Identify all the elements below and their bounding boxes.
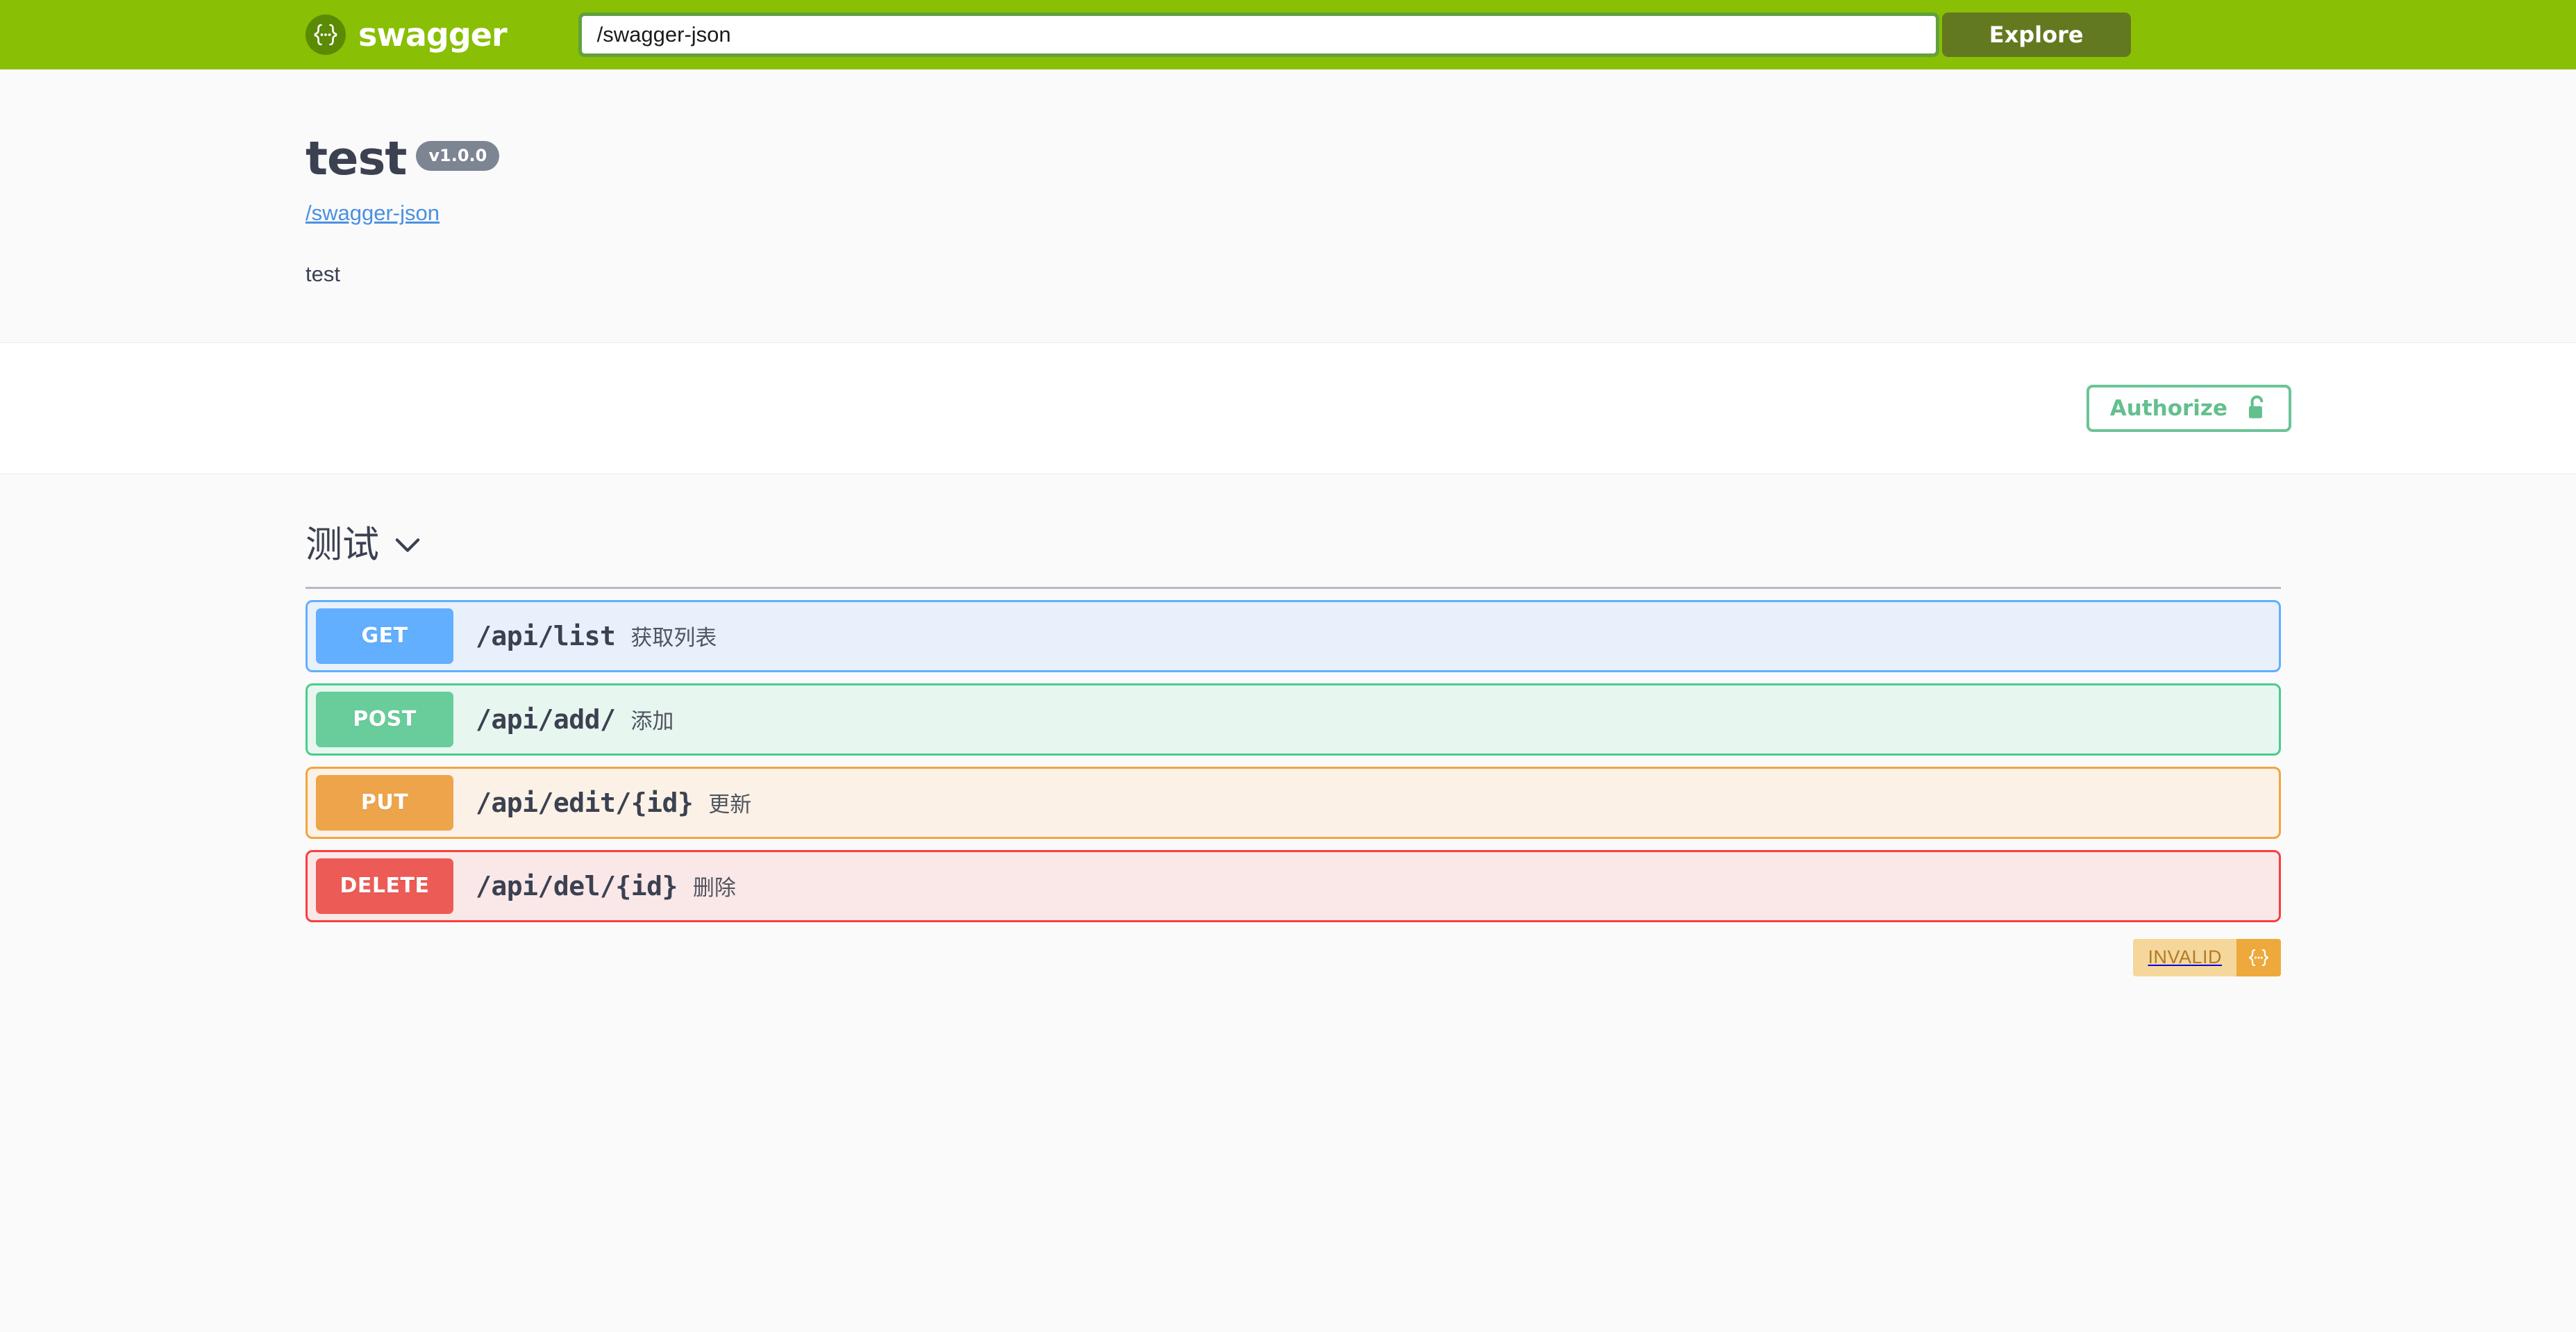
method-badge: DELETE bbox=[316, 858, 453, 914]
operation-list: GET /api/list 获取列表 POST /api/add/ 添加 PUT… bbox=[306, 599, 2291, 922]
operation-row-delete-api-del[interactable]: DELETE /api/del/{id} 删除 bbox=[306, 849, 2281, 922]
tag-name: 测试 bbox=[306, 524, 379, 566]
top-header-bar: swagger Explore bbox=[0, 0, 2576, 69]
unlock-icon bbox=[2245, 395, 2268, 422]
operation-row-post-api-add[interactable]: POST /api/add/ 添加 bbox=[306, 683, 2281, 756]
operations-section: 测试 GET /api/list 获取列表 POST /api/add/ 添加 … bbox=[0, 474, 2576, 976]
validator-badge[interactable]: INVALID bbox=[2133, 938, 2281, 976]
validator-row: INVALID bbox=[306, 938, 2281, 976]
operation-path: /api/add/ bbox=[476, 704, 616, 735]
version-badge: v1.0.0 bbox=[416, 141, 500, 171]
api-description: test bbox=[306, 262, 340, 286]
operation-summary: 更新 bbox=[708, 792, 752, 817]
authorize-band: Authorize bbox=[0, 342, 2576, 474]
definition-link[interactable]: /swagger-json bbox=[306, 201, 440, 226]
page-title: test bbox=[306, 131, 407, 185]
swagger-logo-text: swagger bbox=[358, 16, 508, 53]
operation-summary: 添加 bbox=[630, 709, 674, 734]
explore-button[interactable]: Explore bbox=[1941, 13, 2131, 57]
swagger-braces-icon bbox=[2236, 938, 2281, 976]
chevron-down-icon[interactable] bbox=[394, 537, 421, 553]
authorize-label: Authorize bbox=[2109, 396, 2227, 421]
tag-divider bbox=[306, 586, 2281, 589]
swagger-url-input[interactable] bbox=[578, 13, 1939, 57]
operation-path: /api/del/{id} bbox=[476, 870, 678, 901]
method-badge: PUT bbox=[316, 774, 453, 831]
authorize-button[interactable]: Authorize bbox=[2086, 385, 2291, 432]
api-info-section: test v1.0.0 /swagger-json test bbox=[0, 69, 2576, 342]
operation-summary: 删除 bbox=[692, 876, 736, 901]
explore-form: Explore bbox=[578, 13, 2131, 57]
operation-path: /api/edit/{id} bbox=[476, 787, 694, 818]
operation-row-get-api-list[interactable]: GET /api/list 获取列表 bbox=[306, 599, 2281, 672]
method-badge: POST bbox=[316, 691, 453, 747]
operation-path: /api/list bbox=[476, 620, 616, 651]
api-title-row: test v1.0.0 bbox=[306, 135, 2291, 182]
operation-summary: 获取列表 bbox=[630, 626, 717, 651]
tag-header-测试[interactable]: 测试 bbox=[306, 523, 421, 567]
validator-label: INVALID bbox=[2133, 938, 2236, 976]
method-badge: GET bbox=[316, 608, 453, 664]
operation-row-put-api-edit[interactable]: PUT /api/edit/{id} 更新 bbox=[306, 766, 2281, 839]
swagger-braces-icon bbox=[306, 15, 346, 55]
swagger-logo-link[interactable]: swagger bbox=[306, 15, 508, 55]
